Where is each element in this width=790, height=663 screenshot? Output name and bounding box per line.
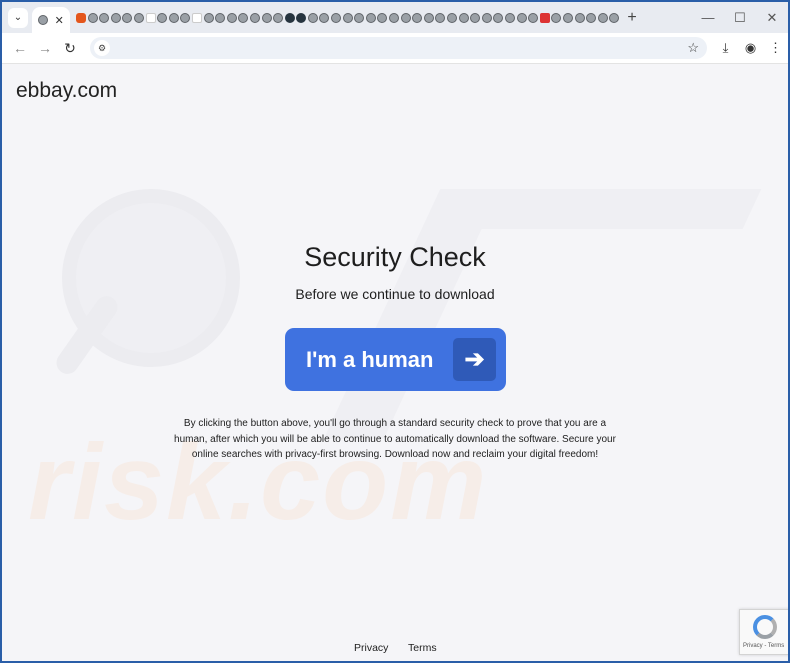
- tab-favicon-icon: [38, 15, 49, 25]
- tab-favicon-icon[interactable]: [203, 12, 214, 23]
- tab-favicon-icon[interactable]: [249, 12, 260, 23]
- browser-toolbar: ← → ↻ ⚙ ☆ ⤓ ◉ ⋮: [2, 33, 788, 64]
- close-tab-icon[interactable]: ✕: [55, 14, 64, 27]
- bookmark-star-icon[interactable]: ☆: [687, 40, 699, 56]
- forward-button[interactable]: →: [33, 40, 57, 56]
- tab-favicon-icon[interactable]: [609, 12, 620, 23]
- tab-favicon-icon[interactable]: [597, 12, 608, 23]
- tab-favicon-icon[interactable]: [458, 12, 469, 23]
- recaptcha-icon: [753, 615, 777, 639]
- tab-favicon-icon[interactable]: [551, 12, 562, 23]
- tab-favicon-icon[interactable]: [238, 12, 249, 23]
- download-icon[interactable]: ⤓: [713, 40, 738, 56]
- tab-favicon-icon[interactable]: [586, 12, 597, 23]
- tab-favicon-icon[interactable]: [87, 12, 98, 23]
- tab-favicon-icon[interactable]: [562, 12, 573, 23]
- minimize-button[interactable]: —: [692, 10, 724, 25]
- tab-favicon-icon[interactable]: [574, 12, 585, 23]
- tab-favicon-icon[interactable]: [226, 12, 237, 23]
- tab-favicon-icon[interactable]: [400, 12, 411, 23]
- chevron-down-icon: ⌄: [13, 12, 23, 23]
- new-tab-button[interactable]: +: [627, 9, 636, 27]
- tab-favicon-icon[interactable]: [331, 12, 342, 23]
- tab-favicon-icon[interactable]: [296, 12, 307, 23]
- recaptcha-badge[interactable]: Privacy - Terms: [739, 609, 788, 655]
- arrow-right-icon: ➔: [453, 338, 496, 381]
- tab-favicon-icon[interactable]: [273, 12, 284, 23]
- tab-favicon-icon[interactable]: [528, 12, 539, 23]
- tab-favicon-icon[interactable]: [261, 12, 272, 23]
- tab-favicon-icon[interactable]: [168, 12, 179, 23]
- browser-window: ⌄ ✕ + — ☐ ✕ ← → ↻ ⚙ ☆ ⤓ ◉ ⋮ risk.com ebb…: [0, 0, 790, 663]
- tab-favicon-icon[interactable]: [110, 12, 121, 23]
- tab-favicon-icon[interactable]: [423, 12, 434, 23]
- recaptcha-caption[interactable]: Privacy - Terms: [743, 643, 784, 649]
- tab-favicon-icon[interactable]: [319, 12, 330, 23]
- tab-favicon-icon[interactable]: [493, 12, 504, 23]
- window-controls: — ☐ ✕: [692, 2, 788, 33]
- description-text: By clicking the button above, you'll go …: [174, 418, 616, 460]
- reload-button[interactable]: ↻: [58, 40, 82, 57]
- im-human-label: I'm a human: [306, 346, 434, 372]
- tab-favicon-icon[interactable]: [504, 12, 515, 23]
- tab-favicon-icon[interactable]: [377, 12, 388, 23]
- site-info-icon[interactable]: ⚙: [94, 40, 110, 56]
- tab-favicon-icon[interactable]: [180, 12, 191, 23]
- tab-favicon-icon[interactable]: [191, 12, 202, 23]
- menu-icon[interactable]: ⋮: [763, 40, 788, 56]
- tab-favicon-icon[interactable]: [342, 12, 353, 23]
- close-window-button[interactable]: ✕: [756, 10, 788, 26]
- tab-favicons-row: [76, 2, 620, 33]
- tab-favicon-icon[interactable]: [481, 12, 492, 23]
- tab-favicon-icon[interactable]: [145, 12, 156, 23]
- page-content: risk.com ebbay.com Security Check Before…: [2, 64, 788, 661]
- watermark-shape: [442, 189, 762, 229]
- profile-icon[interactable]: ◉: [738, 40, 763, 56]
- tab-favicon-icon[interactable]: [447, 12, 457, 23]
- tab-favicon-icon[interactable]: [307, 12, 318, 23]
- site-brand: ebbay.com: [16, 79, 118, 102]
- terms-link[interactable]: Terms: [408, 642, 437, 654]
- tab-favicon-icon[interactable]: [354, 12, 365, 23]
- tab-favicon-icon[interactable]: [122, 12, 133, 23]
- tab-favicon-icon[interactable]: [365, 12, 376, 23]
- tab-favicon-icon[interactable]: [516, 12, 527, 23]
- page-title: Security Check: [304, 242, 486, 272]
- tab-favicon-icon[interactable]: [539, 12, 550, 23]
- maximize-button[interactable]: ☐: [724, 10, 756, 26]
- tab-favicon-icon[interactable]: [412, 12, 423, 23]
- tab-favicon-icon[interactable]: [215, 12, 226, 23]
- tab-favicon-icon[interactable]: [435, 12, 446, 23]
- tab-favicon-icon[interactable]: [470, 12, 481, 23]
- tab-favicon-icon[interactable]: [284, 12, 295, 23]
- tab-favicon-icon[interactable]: [389, 12, 400, 23]
- tab-favicon-icon[interactable]: [99, 12, 110, 23]
- back-button[interactable]: ←: [8, 40, 32, 56]
- active-tab[interactable]: ✕: [32, 7, 70, 33]
- tab-favicon-icon[interactable]: [133, 12, 144, 23]
- tab-search-button[interactable]: ⌄: [8, 7, 28, 28]
- address-bar[interactable]: ⚙ ☆: [90, 37, 707, 59]
- privacy-link[interactable]: Privacy: [354, 642, 388, 654]
- tab-favicon-icon[interactable]: [157, 12, 168, 23]
- tab-strip: ⌄ ✕ + — ☐ ✕: [2, 2, 788, 33]
- page-subtitle: Before we continue to download: [295, 286, 495, 302]
- tab-favicon-icon[interactable]: [76, 12, 86, 23]
- im-human-button[interactable]: I'm a human ➔: [285, 328, 506, 391]
